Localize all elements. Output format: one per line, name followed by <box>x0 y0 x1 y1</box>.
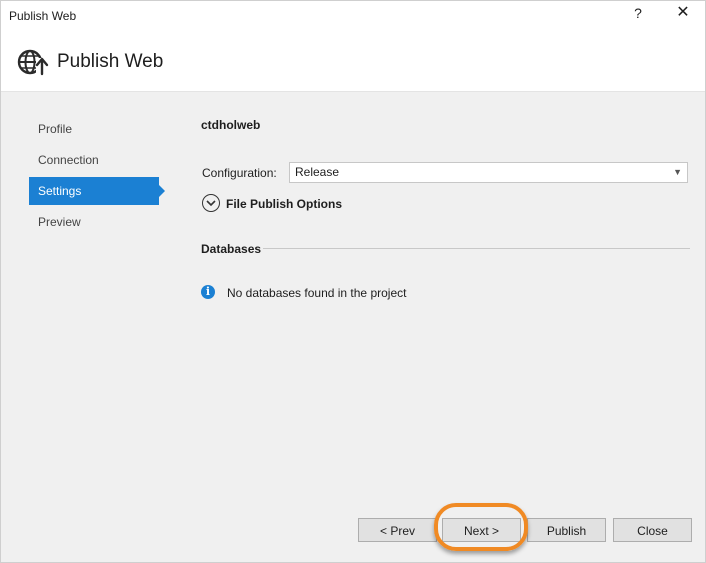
configuration-value: Release <box>295 165 340 179</box>
globe-publish-icon <box>16 45 50 79</box>
nav-item-preview[interactable]: Preview <box>29 208 159 236</box>
profile-name: ctdholweb <box>201 118 261 132</box>
databases-heading: Databases <box>201 242 262 256</box>
close-icon[interactable]: ✕ <box>663 1 703 27</box>
file-publish-options-label: File Publish Options <box>226 197 343 211</box>
page-title: Publish Web <box>57 51 164 72</box>
divider <box>263 248 690 249</box>
nav-item-settings[interactable]: Settings <box>29 177 165 205</box>
chevron-down-icon: ▼ <box>673 167 682 177</box>
next-button[interactable]: Next > <box>442 518 521 542</box>
window-title: Publish Web <box>9 9 77 23</box>
help-icon[interactable]: ? <box>618 1 658 27</box>
publish-button[interactable]: Publish <box>527 518 606 542</box>
nav-item-connection[interactable]: Connection <box>29 146 159 174</box>
wizard-nav: Profile Connection Settings Preview <box>29 115 165 239</box>
info-icon: i <box>201 285 215 299</box>
title-bar: Publish Web ? ✕ <box>1 1 705 31</box>
no-databases-message: No databases found in the project <box>227 286 407 300</box>
close-button[interactable]: Close <box>613 518 692 542</box>
dialog-header: Publish Web <box>1 31 705 92</box>
configuration-label: Configuration: <box>202 166 277 180</box>
configuration-select[interactable]: Release ▼ <box>289 162 688 183</box>
expand-chevron-icon <box>202 194 220 212</box>
publish-web-dialog: Publish Web ? ✕ Publish Web Profile Conn… <box>0 0 706 563</box>
nav-item-profile[interactable]: Profile <box>29 115 159 143</box>
prev-button[interactable]: < Prev <box>358 518 437 542</box>
